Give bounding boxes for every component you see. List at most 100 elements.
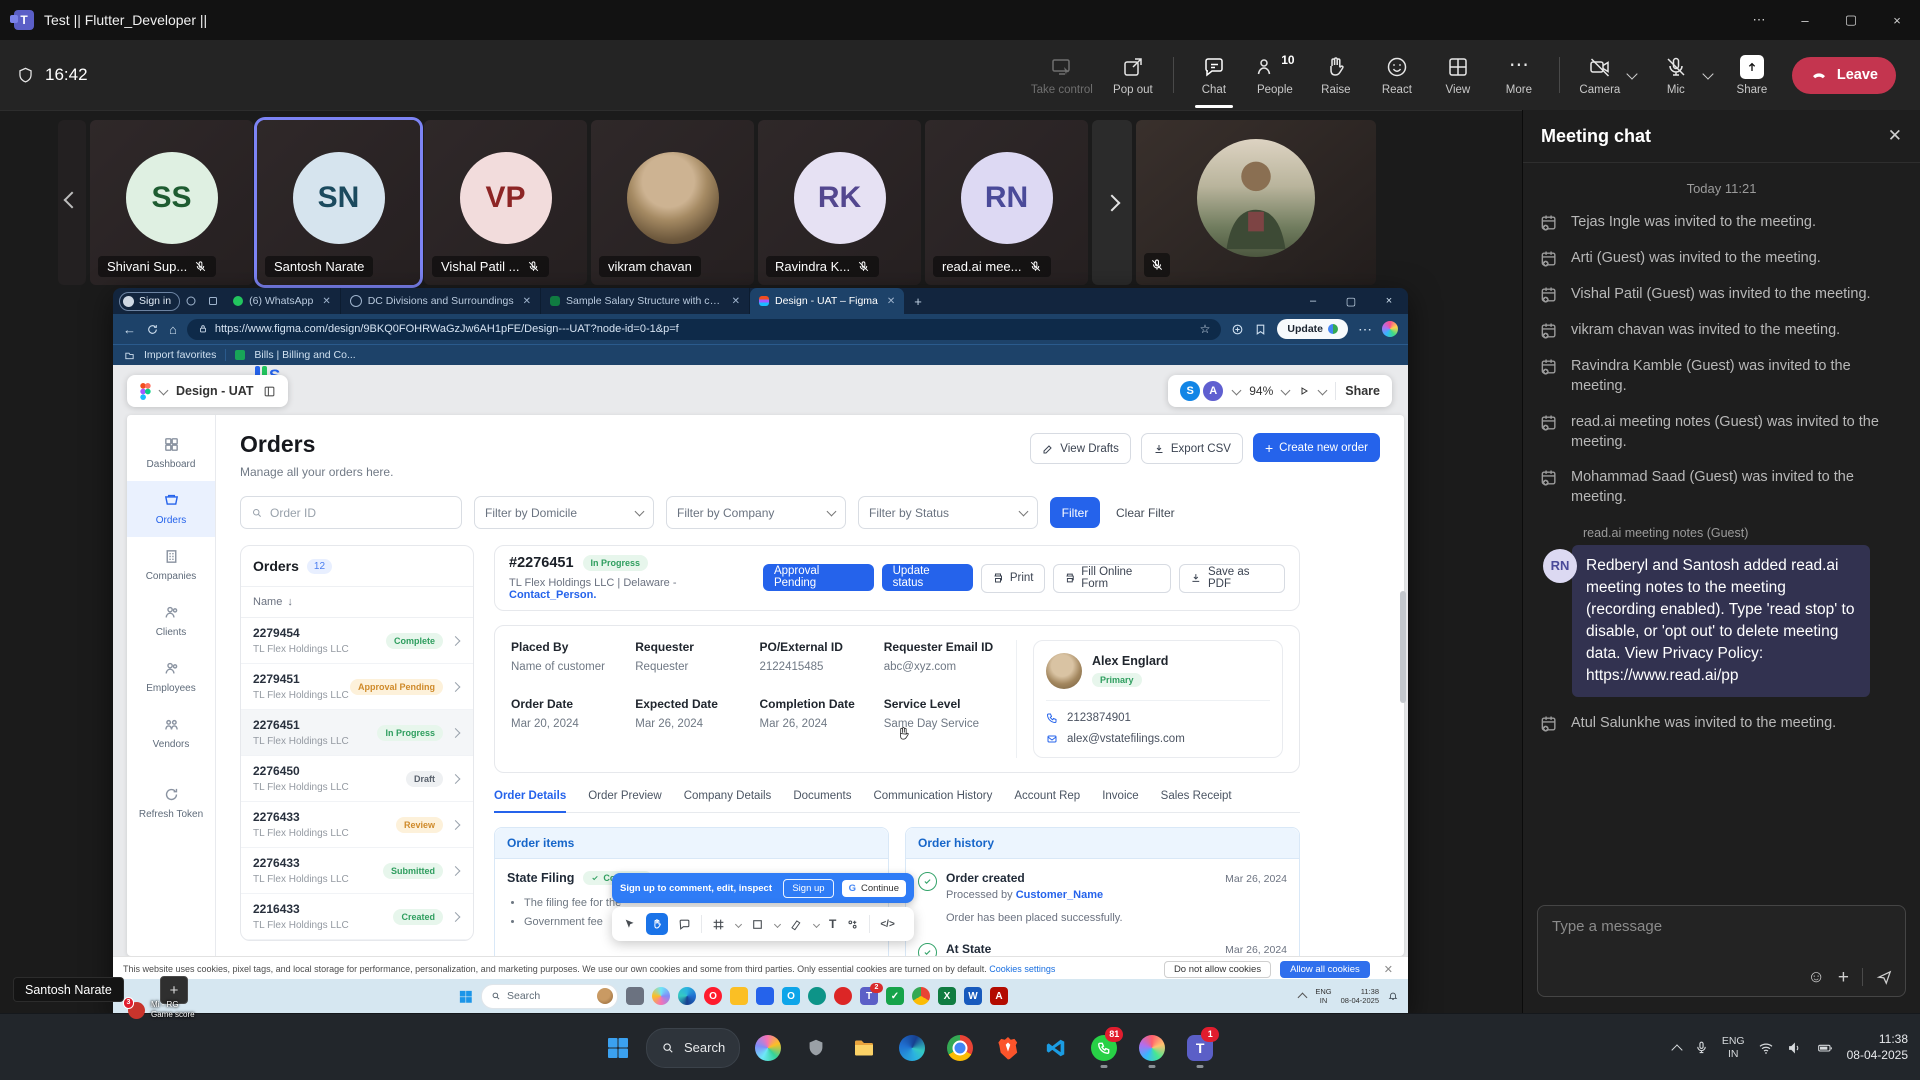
- export-csv-button[interactable]: Export CSV: [1141, 433, 1243, 464]
- share-button[interactable]: Share: [1731, 55, 1773, 96]
- tiles-scroll-right-button[interactable]: [1092, 120, 1132, 285]
- approval-pending-button[interactable]: Approval Pending: [763, 564, 874, 591]
- camera-options-chevron-icon[interactable]: [1626, 68, 1637, 79]
- chevron-down-icon[interactable]: [774, 920, 781, 927]
- pen-tool-icon[interactable]: [790, 918, 803, 931]
- language-indicator[interactable]: ENGIN: [1722, 1035, 1745, 1060]
- chat-button[interactable]: Chat: [1193, 55, 1235, 96]
- sidebar-item-employees[interactable]: Employees: [127, 649, 215, 705]
- taskbar-clock[interactable]: 11:3808-04-2025: [1847, 1032, 1908, 1063]
- tab-documents[interactable]: Documents: [793, 790, 851, 812]
- contact-person-link[interactable]: Contact_Person.: [509, 589, 596, 601]
- vscode-button[interactable]: [1036, 1025, 1076, 1071]
- message-input[interactable]: [1550, 916, 1880, 964]
- order-row[interactable]: 2279451TL Flex Holdings LLC Approval Pen…: [241, 664, 473, 710]
- contact-phone[interactable]: 2123874901: [1046, 712, 1270, 724]
- move-tool-icon[interactable]: [623, 918, 636, 931]
- contact-email[interactable]: alex@vstatefilings.com: [1046, 733, 1270, 745]
- teal-app-icon[interactable]: [808, 987, 826, 1005]
- chevron-down-icon[interactable]: [1232, 385, 1242, 395]
- tab-order-details[interactable]: Order Details: [494, 790, 566, 813]
- react-button[interactable]: React: [1376, 55, 1418, 96]
- sidebar-item-dashboard[interactable]: Dashboard: [127, 425, 215, 481]
- edge-icon[interactable]: [678, 987, 696, 1005]
- shared-clock[interactable]: 11:3808-04-2025: [1341, 987, 1379, 1005]
- sidebar-item-vendors[interactable]: Vendors: [127, 705, 215, 761]
- chevron-down-icon[interactable]: [1281, 385, 1291, 395]
- attach-plus-icon[interactable]: +: [1838, 968, 1849, 987]
- order-row[interactable]: 2276433TL Flex Holdings LLC Review: [241, 802, 473, 848]
- favorites-bills[interactable]: Bills | Billing and Co...: [254, 349, 355, 361]
- workspaces-icon[interactable]: [185, 295, 197, 307]
- address-bar[interactable]: https://www.figma.com/design/9BKQ0FOHRWa…: [187, 319, 1222, 340]
- home-icon[interactable]: ⌂: [169, 322, 177, 337]
- dev-mode-icon[interactable]: </>: [880, 919, 894, 930]
- start-button[interactable]: [598, 1025, 638, 1071]
- sidebar-item-orders[interactable]: Orders: [127, 481, 215, 537]
- leave-button[interactable]: Leave: [1792, 57, 1896, 94]
- browser-minimize-button[interactable]: –: [1294, 288, 1332, 314]
- favorites-import[interactable]: Import favorites: [144, 349, 216, 361]
- volume-icon[interactable]: [1787, 1040, 1803, 1056]
- filter-button[interactable]: Filter: [1050, 497, 1100, 528]
- layout-icon[interactable]: [263, 385, 276, 398]
- order-row-selected[interactable]: 2276451TL Flex Holdings LLC In Progress: [241, 710, 473, 756]
- fill-online-form-button[interactable]: Fill Online Form: [1053, 564, 1172, 593]
- comment-tool-icon[interactable]: [678, 918, 691, 931]
- teams-icon[interactable]: T2: [860, 987, 878, 1005]
- teams-button[interactable]: T 1: [1180, 1025, 1220, 1071]
- chevron-down-icon[interactable]: [735, 920, 742, 927]
- chat-input-box[interactable]: ☺ +: [1537, 905, 1906, 997]
- update-status-button[interactable]: Update status: [882, 564, 973, 591]
- chat-close-icon[interactable]: ✕: [1888, 126, 1902, 146]
- desktop-app-icon[interactable]: [626, 987, 644, 1005]
- people-button[interactable]: 10 People: [1254, 55, 1296, 96]
- create-new-order-button[interactable]: + Create new order: [1253, 433, 1380, 462]
- figma-logo-icon[interactable]: [139, 383, 151, 400]
- video-tile[interactable]: VP Vishal Patil ...: [424, 120, 587, 285]
- word-icon[interactable]: W: [964, 987, 982, 1005]
- opera-icon[interactable]: O: [704, 987, 722, 1005]
- brave-button[interactable]: [988, 1025, 1028, 1071]
- clear-filter-button[interactable]: Clear Filter: [1116, 506, 1175, 520]
- hand-tool-icon-active[interactable]: [646, 913, 668, 935]
- copilot-icon[interactable]: [652, 987, 670, 1005]
- browser-tab[interactable]: DC Divisions and Surroundings✕: [341, 288, 541, 314]
- video-tile[interactable]: RK Ravindra K...: [758, 120, 921, 285]
- tab-close-icon[interactable]: ✕: [523, 296, 531, 307]
- copilot-button[interactable]: [748, 1025, 788, 1071]
- allow-cookies-button[interactable]: Allow all cookies: [1280, 961, 1370, 978]
- video-tile[interactable]: SS Shivani Sup...: [90, 120, 253, 285]
- bookmark-star-icon[interactable]: ☆: [1200, 322, 1211, 336]
- tab-actions-icon[interactable]: [207, 295, 219, 307]
- video-tile-large[interactable]: [1136, 120, 1376, 285]
- page-scrollbar[interactable]: [1400, 591, 1406, 703]
- file-explorer-button[interactable]: [844, 1025, 884, 1071]
- collaborator-avatar[interactable]: S: [1180, 381, 1200, 401]
- wifi-icon[interactable]: [1758, 1040, 1774, 1056]
- back-icon[interactable]: ←: [123, 322, 136, 337]
- window-maximize-button[interactable]: ▢: [1828, 0, 1874, 40]
- game-bar-widget[interactable]: 3 Mi - RG Game score: [128, 1000, 195, 1020]
- sidebar-item-companies[interactable]: Companies: [127, 537, 215, 593]
- save-as-pdf-button[interactable]: Save as PDF: [1179, 564, 1285, 593]
- browser-update-button[interactable]: Update: [1277, 319, 1348, 339]
- take-control-button[interactable]: Take control: [1031, 55, 1093, 96]
- tab-account-rep[interactable]: Account Rep: [1014, 790, 1080, 812]
- video-tile-active-speaker[interactable]: SN Santosh Narate: [257, 120, 420, 285]
- chevron-down-icon[interactable]: [159, 385, 169, 395]
- chevron-down-icon[interactable]: [813, 920, 820, 927]
- order-row[interactable]: 2279454TL Flex Holdings LLC Complete: [241, 618, 473, 664]
- window-minimize-button[interactable]: –: [1782, 0, 1828, 40]
- todo-icon[interactable]: ✓: [886, 987, 904, 1005]
- tab-close-icon[interactable]: ✕: [322, 296, 330, 307]
- mic-options-chevron-icon[interactable]: [1702, 68, 1713, 79]
- order-row[interactable]: 2276433TL Flex Holdings LLC Submitted: [241, 848, 473, 894]
- present-icon[interactable]: [1298, 385, 1310, 397]
- tray-mic-icon[interactable]: [1694, 1040, 1709, 1055]
- figma-share-button[interactable]: Share: [1345, 384, 1380, 398]
- pop-out-button[interactable]: Pop out: [1112, 55, 1154, 96]
- tab-close-icon[interactable]: ✕: [732, 296, 740, 307]
- send-icon[interactable]: [1876, 969, 1893, 986]
- figma-doc-name[interactable]: Design - UAT: [176, 384, 254, 398]
